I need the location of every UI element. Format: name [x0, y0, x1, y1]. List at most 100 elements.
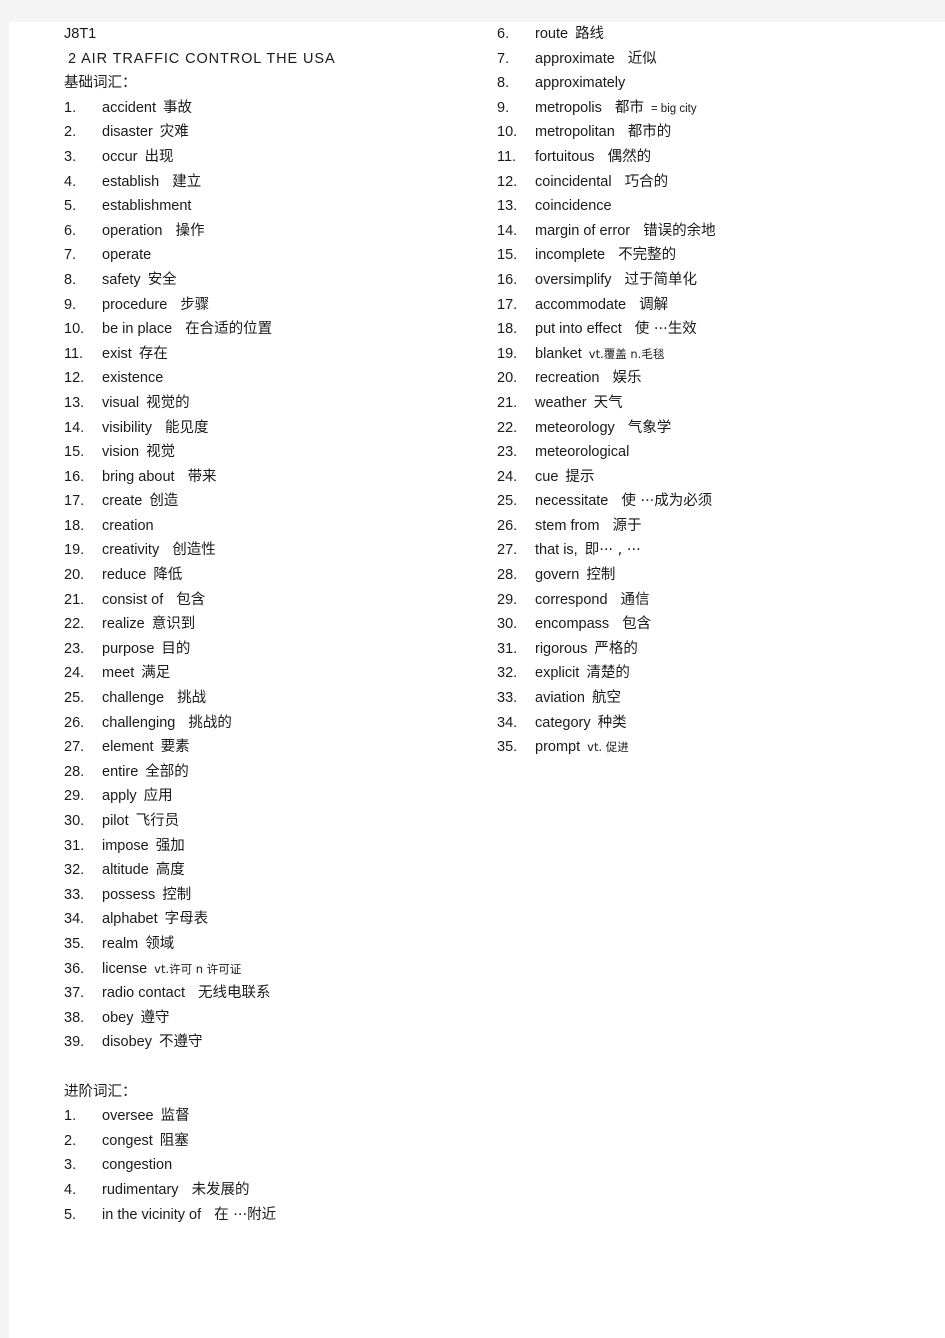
vocab-entry: 34. category 种类	[497, 711, 917, 736]
vocab-entry: 24. cue 提示	[497, 465, 917, 490]
vocab-entry: 22. meteorology 气象学	[497, 416, 917, 441]
vocab-gloss-note: vt.许可 n 许可证	[154, 961, 242, 976]
vocab-word: that is,	[535, 542, 578, 559]
vocab-word: radio contact	[102, 985, 186, 1002]
vocab-gloss-note: vt. 促进	[587, 740, 629, 755]
vocab-number: 10.	[497, 124, 518, 141]
vocab-entry: 9. metropolis 都市 = big city	[497, 96, 917, 121]
vocab-number: 9.	[497, 99, 510, 116]
vocab-number: 28.	[64, 763, 85, 780]
vocab-entry: 12. existence	[64, 366, 484, 391]
vocab-entry: 13. coincidence	[497, 194, 917, 219]
vocab-number: 18.	[64, 517, 85, 534]
vocab-word: rigorous	[535, 640, 588, 657]
vocab-number: 16.	[64, 468, 85, 485]
vocab-entry: 23. meteorological	[497, 440, 917, 465]
vocab-gloss: 阻塞	[159, 1132, 189, 1149]
vocab-word: consist of	[102, 591, 164, 608]
vocab-number: 32.	[64, 862, 85, 879]
vocab-entry: 4. establish 建立	[64, 170, 484, 195]
vocab-number: 37.	[64, 985, 85, 1002]
vocab-gloss: 航空	[591, 690, 621, 707]
vocab-entry: 25. necessitate 使 ···成为必须	[497, 489, 917, 514]
vocab-word: procedure	[102, 296, 168, 313]
vocab-gloss: 不完整的	[618, 247, 677, 264]
vocab-entry: 32. altitude 高度	[64, 858, 484, 883]
advanced-vocab-list-right: 6. route 路线 7. approximate 近似 8. approximately 9…	[497, 22, 917, 760]
vocab-entry: 4. rudimentary 未发展的	[64, 1178, 484, 1203]
vocab-gloss: 未发展的	[191, 1181, 250, 1198]
vocab-word: vision	[102, 444, 140, 461]
vocab-word: approximate	[535, 50, 615, 67]
vocab-entry: 20. recreation 娱乐	[497, 366, 917, 391]
vocab-gloss: 安全	[147, 271, 177, 288]
vocab-gloss: 偶然的	[607, 148, 652, 165]
vocab-entry: 10. metropolitan 都市的	[497, 120, 917, 145]
vocab-number: 35.	[64, 935, 85, 952]
vocab-gloss: 监督	[160, 1108, 190, 1125]
vocab-number: 20.	[497, 370, 518, 387]
vocab-entry: 29. correspond 通信	[497, 588, 917, 613]
vocab-word: operation	[102, 222, 163, 239]
section-heading-basic: 基础词汇：	[64, 75, 137, 92]
vocab-gloss: 满足	[141, 665, 171, 682]
vocab-gloss: 创造	[149, 493, 179, 510]
vocab-word: visual	[102, 394, 140, 411]
vocab-number: 17.	[64, 493, 85, 510]
vocab-gloss: 目的	[161, 640, 191, 657]
vocab-gloss: 创造性	[172, 542, 216, 559]
vocab-entry: 7. approximate 近似	[497, 47, 917, 72]
vocab-word: margin of error	[535, 222, 631, 239]
vocab-entry: 5. in the vicinity of 在 ···附近	[64, 1203, 484, 1228]
vocab-number: 7.	[497, 50, 510, 67]
vocab-word: realize	[102, 616, 145, 633]
vocab-word: creativity	[102, 542, 160, 559]
vocab-word: in the vicinity of	[102, 1206, 202, 1223]
vocab-entry: 39. disobey 不遵守	[64, 1030, 484, 1055]
vocab-number: 25.	[64, 690, 85, 707]
vocab-number: 29.	[64, 788, 85, 805]
vocab-gloss: 带来	[187, 468, 217, 485]
basic-vocab-list: 1. accident 事故 2. disaster 灾难 3. occur 出现 4. estab…	[64, 96, 484, 1055]
vocab-entry: 21. weather 天气	[497, 391, 917, 416]
vocab-word: apply	[102, 788, 137, 805]
vocab-entry: 10. be in place 在合适的位置	[64, 317, 484, 342]
vocab-gloss: 使 ···生效	[634, 321, 697, 338]
vocab-number: 15.	[497, 247, 518, 264]
vocab-number: 26.	[497, 517, 518, 534]
vocab-number: 33.	[64, 886, 85, 903]
vocab-number: 2.	[64, 124, 77, 141]
vocab-number: 7.	[64, 247, 77, 264]
vocab-entry: 1. accident 事故	[64, 96, 484, 121]
vocab-entry: 26. stem from 源于	[497, 514, 917, 539]
vocab-entry: 18. creation	[64, 514, 484, 539]
vocab-number: 9.	[64, 296, 77, 313]
vocab-number: 4.	[64, 173, 77, 190]
vocab-word: challenge	[102, 690, 165, 707]
vocab-gloss: 操作	[175, 222, 205, 239]
vocab-gloss: 源于	[612, 517, 642, 534]
vocab-entry: 20. reduce 降低	[64, 563, 484, 588]
vocab-gloss: 控制	[162, 886, 192, 903]
vocab-word: establish	[102, 173, 160, 190]
vocab-number: 28.	[497, 567, 518, 584]
vocab-word: accommodate	[535, 296, 627, 313]
vocab-number: 33.	[497, 690, 518, 707]
vocab-entry: 6. route 路线	[497, 22, 917, 47]
vocab-entry: 17. accommodate 调解	[497, 293, 917, 318]
vocab-number: 8.	[64, 271, 77, 288]
vocab-entry: 23. purpose 目的	[64, 637, 484, 662]
vocab-word: existence	[102, 370, 164, 387]
vocab-number: 21.	[64, 591, 85, 608]
vocab-word: aviation	[535, 690, 585, 707]
right-column: 6. route 路线 7. approximate 近似 8. approximately 9…	[497, 22, 917, 760]
vocab-gloss: 都市	[614, 99, 644, 116]
vocab-entry: 24. meet 满足	[64, 661, 484, 686]
vocab-gloss: 降低	[153, 567, 183, 584]
document-id: J8T1	[64, 26, 97, 42]
vocab-word: accident	[102, 99, 157, 116]
vocab-entry: 28. entire 全部的	[64, 760, 484, 785]
vocab-word: stem from	[535, 517, 600, 534]
vocab-entry: 32. explicit 清楚的	[497, 661, 917, 686]
vocab-gloss: 挑战的	[188, 714, 232, 731]
